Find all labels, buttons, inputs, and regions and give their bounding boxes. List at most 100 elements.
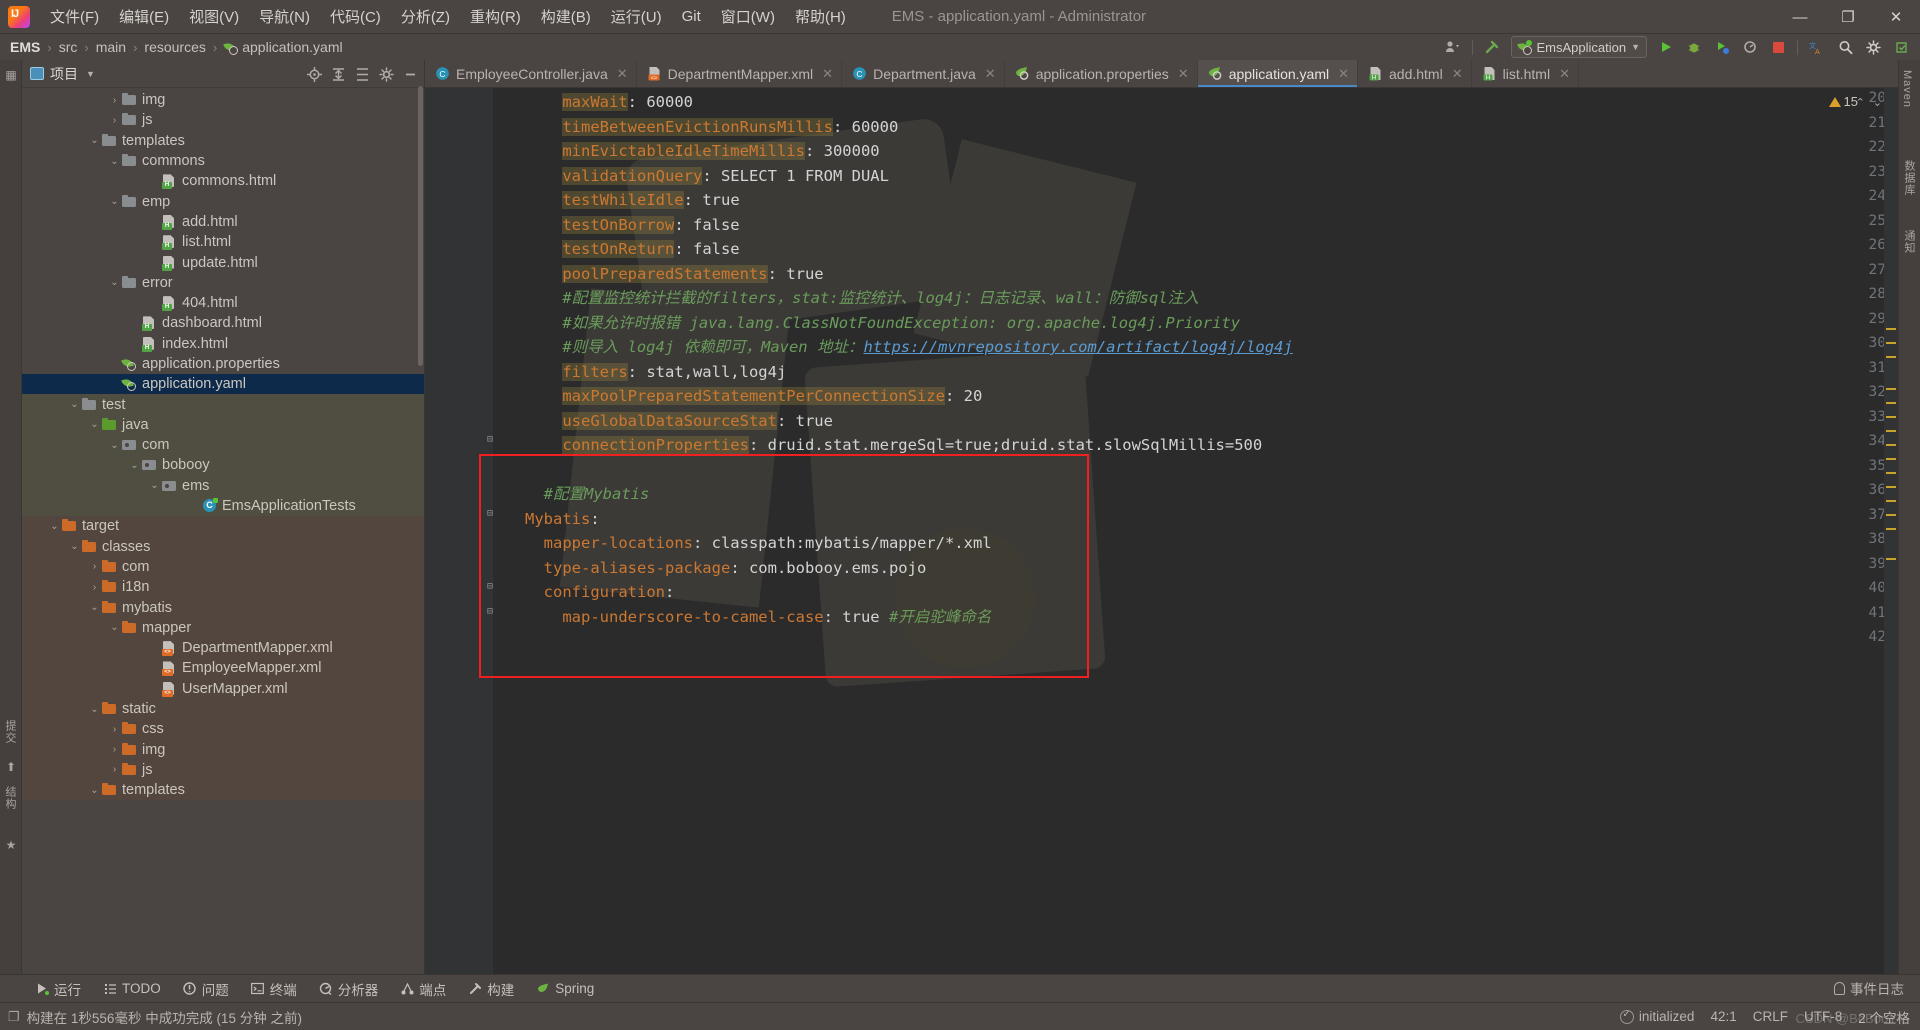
chevron-down-icon[interactable]: ⌄ bbox=[88, 785, 101, 796]
code-line[interactable]: maxPoolPreparedStatementPerConnectionSiz… bbox=[525, 384, 982, 409]
code-text[interactable]: maxWait: 60000 timeBetweenEvictionRunsMi… bbox=[525, 88, 1898, 974]
collapse-all-icon[interactable] bbox=[352, 64, 372, 84]
code-line[interactable]: Mybatis: bbox=[525, 507, 600, 532]
breadcrumb-item-1[interactable]: src bbox=[59, 39, 78, 55]
line-separator[interactable]: CRLF bbox=[1753, 1009, 1788, 1024]
breadcrumb-item-4[interactable]: application.yaml bbox=[242, 39, 342, 55]
chevron-down-icon[interactable]: ⌄ bbox=[108, 277, 121, 288]
rail-label-notifications[interactable]: 通知 bbox=[1901, 230, 1917, 254]
code-line[interactable]: #配置监控统计拦截的filters，stat:监控统计、log4j：日志记录、w… bbox=[525, 286, 1198, 311]
editor-gutter[interactable] bbox=[425, 88, 493, 974]
menu-item-0[interactable]: 文件(F) bbox=[40, 2, 109, 31]
tree-node-ems[interactable]: ⌄ ems bbox=[22, 475, 424, 496]
tree-node-usermapper-xml[interactable]: · UserMapper.xml bbox=[22, 678, 424, 699]
tool-window-todo[interactable]: TODO bbox=[94, 979, 170, 998]
code-fold-icon[interactable]: ⊟ bbox=[487, 508, 493, 519]
chevron-down-icon[interactable]: ⌄ bbox=[108, 622, 121, 633]
chevron-down-icon[interactable]: ⌄ bbox=[128, 460, 141, 471]
chevron-down-icon[interactable]: ⌄ bbox=[88, 602, 101, 613]
tree-node-list-html[interactable]: · list.html bbox=[22, 232, 424, 252]
run-configuration-selector[interactable]: EmsApplication ▼ bbox=[1511, 36, 1647, 58]
tree-node-templates[interactable]: ⌄ templates bbox=[22, 131, 424, 151]
rail-label-commit[interactable]: 提交 bbox=[2, 720, 18, 744]
tree-node-img[interactable]: › img bbox=[22, 739, 424, 760]
editor-tab-application-yaml[interactable]: application.yaml ✕ bbox=[1197, 60, 1358, 87]
chevron-down-icon[interactable]: ⌄ bbox=[88, 704, 101, 715]
code-line[interactable]: validationQuery: SELECT 1 FROM DUAL bbox=[525, 164, 889, 189]
editor-content[interactable]: 20 21 22 23 24 25 26 27 28 29 30 31 32 33 34 ⊟ 35 36 37 ⊟ 38… bbox=[425, 88, 1898, 974]
project-rail-icon[interactable]: ▦ bbox=[4, 68, 18, 82]
maximize-button[interactable]: ❐ bbox=[1824, 0, 1872, 34]
commit-rail-icon[interactable]: ⬆ bbox=[4, 760, 18, 774]
tree-node-static[interactable]: ⌄ static bbox=[22, 698, 424, 720]
close-button[interactable]: ✕ bbox=[1872, 0, 1920, 34]
code-line[interactable]: testOnReturn: false bbox=[525, 237, 740, 262]
tree-node-error[interactable]: ⌄ error bbox=[22, 273, 424, 293]
close-tab-icon[interactable]: ✕ bbox=[1559, 66, 1570, 82]
tree-node-templates[interactable]: ⌄ templates bbox=[22, 780, 424, 801]
tree-node-com[interactable]: › com bbox=[22, 556, 424, 578]
debug-icon[interactable] bbox=[1681, 35, 1707, 59]
event-log-button[interactable]: 事件日志 bbox=[1834, 974, 1904, 1002]
tree-node-emp[interactable]: ⌄ emp bbox=[22, 191, 424, 211]
code-fold-icon[interactable]: ⊟ bbox=[487, 434, 493, 445]
code-line[interactable]: #配置Mybatis bbox=[525, 482, 650, 507]
profiler-icon[interactable] bbox=[1737, 35, 1763, 59]
tree-node-com[interactable]: ⌄ com bbox=[22, 435, 424, 456]
tree-node-test[interactable]: ⌄ test bbox=[22, 394, 424, 415]
user-dropdown-icon[interactable] bbox=[1440, 35, 1466, 59]
search-icon[interactable] bbox=[1832, 35, 1858, 59]
chevron-down-icon[interactable]: ⌄ bbox=[68, 399, 81, 410]
chevron-down-icon[interactable]: ⌄ bbox=[68, 541, 81, 552]
tree-node-dashboard-html[interactable]: · dashboard.html bbox=[22, 313, 424, 333]
code-line[interactable]: type-aliases-package: com.bobooy.ems.poj… bbox=[525, 556, 927, 581]
tree-node-js[interactable]: › js bbox=[22, 110, 424, 130]
hide-panel-icon[interactable] bbox=[400, 64, 420, 84]
tool-window-端点[interactable]: 端点 bbox=[391, 977, 455, 1001]
tool-window-运行[interactable]: 运行 bbox=[26, 977, 90, 1001]
close-tab-icon[interactable]: ✕ bbox=[617, 66, 628, 82]
tree-node-mapper[interactable]: ⌄ mapper bbox=[22, 617, 424, 639]
close-tab-icon[interactable]: ✕ bbox=[822, 66, 833, 82]
close-tab-icon[interactable]: ✕ bbox=[985, 66, 996, 82]
breadcrumb-item-0[interactable]: EMS bbox=[10, 39, 40, 55]
tool-window-问题[interactable]: 问题 bbox=[174, 977, 238, 1001]
tree-node-commons-html[interactable]: · commons.html bbox=[22, 171, 424, 191]
chevron-down-icon[interactable]: ⌄ bbox=[88, 135, 101, 146]
hammer-icon[interactable] bbox=[1479, 35, 1505, 59]
rail-label-maven[interactable]: Maven bbox=[1901, 70, 1913, 108]
editor-tab-add-html[interactable]: Hadd.html ✕ bbox=[1358, 60, 1472, 87]
tool-window-构建[interactable]: 构建 bbox=[459, 977, 523, 1001]
editor-tab-application-properties[interactable]: application.properties ✕ bbox=[1005, 60, 1198, 87]
close-tab-icon[interactable]: ✕ bbox=[1452, 66, 1463, 82]
project-tree-scrollbar[interactable] bbox=[418, 86, 423, 366]
stop-icon[interactable] bbox=[1765, 35, 1791, 59]
inspection-next-icon[interactable]: ⌄ bbox=[1873, 96, 1882, 109]
menu-item-2[interactable]: 视图(V) bbox=[179, 2, 249, 31]
editor-tab-departmentmapper-xml[interactable]: <> DepartmentMapper.xml ✕ bbox=[637, 60, 843, 87]
indent-setting[interactable]: 2 个空格 bbox=[1858, 1007, 1910, 1027]
code-line[interactable]: testWhileIdle: true bbox=[525, 188, 740, 213]
code-line[interactable]: map-underscore-to-camel-case: true #开启驼峰… bbox=[525, 605, 991, 630]
code-fold-icon[interactable]: ⊟ bbox=[487, 581, 493, 592]
chevron-down-icon[interactable]: ▼ bbox=[86, 69, 95, 79]
project-tree[interactable]: ›img›js⌄templates⌄commons·commons.html⌄e… bbox=[22, 88, 424, 974]
menu-item-3[interactable]: 导航(N) bbox=[249, 2, 320, 31]
rail-label-structure[interactable]: 结构 bbox=[2, 786, 18, 810]
tree-node-add-html[interactable]: · add.html bbox=[22, 212, 424, 232]
code-line[interactable]: timeBetweenEvictionRunsMillis: 60000 bbox=[525, 115, 898, 140]
tree-node-i18n[interactable]: › i18n bbox=[22, 577, 424, 598]
menu-item-8[interactable]: 运行(U) bbox=[601, 2, 672, 31]
panel-settings-gear-icon[interactable] bbox=[376, 64, 396, 84]
tree-node-departmentmapper-xml[interactable]: · DepartmentMapper.xml bbox=[22, 638, 424, 659]
menu-item-1[interactable]: 编辑(E) bbox=[109, 2, 179, 31]
chevron-down-icon[interactable]: ⌄ bbox=[88, 419, 101, 430]
caret-position[interactable]: 42:1 bbox=[1710, 1009, 1736, 1024]
inspection-prev-icon[interactable]: ⌃ bbox=[1856, 96, 1865, 109]
menu-item-6[interactable]: 重构(R) bbox=[460, 2, 531, 31]
chevron-right-icon[interactable]: › bbox=[108, 724, 121, 735]
tree-node-update-html[interactable]: · update.html bbox=[22, 252, 424, 272]
tree-node-css[interactable]: › css bbox=[22, 719, 424, 740]
file-encoding[interactable]: UTF-8 bbox=[1804, 1009, 1842, 1024]
code-line[interactable]: connectionProperties: druid.stat.mergeSq… bbox=[525, 433, 1262, 458]
